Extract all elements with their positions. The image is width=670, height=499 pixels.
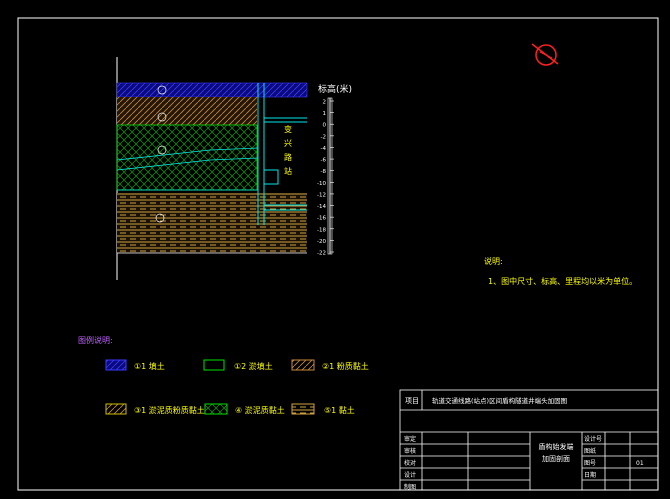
title-row-label: 项目 xyxy=(405,397,419,405)
elevation-tick-label-12: -20 xyxy=(317,239,326,245)
notes-line: 1、图中尺寸、标高、里程均以米为单位。 xyxy=(488,276,637,286)
legend-title: 图例说明: xyxy=(78,335,113,345)
center-title-1: 盾构始发端 xyxy=(539,442,574,451)
elevation-ruler: 标高(米) 2 1 0 -2 -4 -6 -8 -10 -12 -14 -16 -18 -20 -22 xyxy=(317,83,352,257)
title-block-right-label-0: 设计号 xyxy=(584,435,602,443)
title-block-right-label-3: 日期 xyxy=(584,471,596,479)
elevation-tick-label-13: -22 xyxy=(317,251,326,257)
elevation-tick-label-0: 2 xyxy=(323,100,327,106)
elevation-tick-label-8: -12 xyxy=(317,192,326,198)
elevation-tick-label-1: 1 xyxy=(323,111,327,117)
elevation-tick-label-6: -8 xyxy=(321,169,327,175)
title-block-right-label-2: 图号 xyxy=(584,460,596,467)
cross-section: 变 兴 路 站 xyxy=(116,57,308,280)
title-block-right-label-1: 图纸 xyxy=(584,447,596,455)
title-block-left-label-3: 设计 xyxy=(404,471,416,479)
svg-text:②1 粉质黏土: ②1 粉质黏土 xyxy=(322,361,369,371)
svg-text:③1 淤泥质粉质黏土: ③1 淤泥质粉质黏土 xyxy=(134,405,205,415)
title-block-left-label-2: 校对 xyxy=(404,459,416,467)
legend-item-1: ①1 填土 xyxy=(105,359,165,371)
project-name: 轨道交通线路(站点)区间盾构隧道井端头加固图 xyxy=(432,396,567,405)
elevation-tick-label-4: -4 xyxy=(321,146,327,152)
legend-item-5: ④ 淤泥质黏土 xyxy=(204,403,285,415)
elevation-tick-label-11: -18 xyxy=(317,227,326,233)
legend-item-2: ①2 淤填土 xyxy=(203,359,273,371)
title-block-left-label-4: 制图 xyxy=(404,483,416,491)
elevation-tick-label-9: -14 xyxy=(317,204,326,210)
legend-item-4: ③1 淤泥质粉质黏土 xyxy=(105,403,205,415)
station-label-2: 兴 xyxy=(284,139,292,148)
elevation-tick-label-3: -2 xyxy=(321,134,326,140)
layer-top-fill xyxy=(116,82,308,98)
north-arrow-icon xyxy=(531,43,559,66)
legend-item-3: ②1 粉质黏土 xyxy=(291,359,369,371)
svg-text:④ 淤泥质黏土: ④ 淤泥质黏土 xyxy=(235,405,285,415)
svg-text:⑤1 黏土: ⑤1 黏土 xyxy=(324,405,355,415)
station-label-4: 站 xyxy=(284,166,292,176)
elevation-header: 标高(米) xyxy=(318,83,352,95)
station-label-1: 变 xyxy=(284,124,292,134)
elevation-tick-label-7: -10 xyxy=(317,181,326,187)
legend-item-6: ⑤1 黏土 xyxy=(291,403,355,415)
center-title-2: 加固剖面 xyxy=(542,454,570,463)
title-block xyxy=(399,389,659,491)
elevation-tick-label-2: 0 xyxy=(323,123,327,129)
sheet-number: 01 xyxy=(636,460,644,467)
svg-text:①2 淤填土: ①2 淤填土 xyxy=(234,361,273,371)
title-block-left-label-0: 审定 xyxy=(404,435,416,443)
cad-drawing: 变 兴 路 站 标高(米) 2 1 0 -2 -4 -6 -8 -10 -12 -14 -16 -18… xyxy=(17,17,659,491)
title-block-left-label-1: 审核 xyxy=(404,447,416,455)
notes-title: 说明: xyxy=(484,256,503,266)
station-label-3: 路 xyxy=(284,152,292,162)
elevation-tick-label-10: -16 xyxy=(317,216,326,222)
svg-text:①1 填土: ①1 填土 xyxy=(134,361,165,371)
elevation-tick-label-5: -6 xyxy=(321,158,327,164)
